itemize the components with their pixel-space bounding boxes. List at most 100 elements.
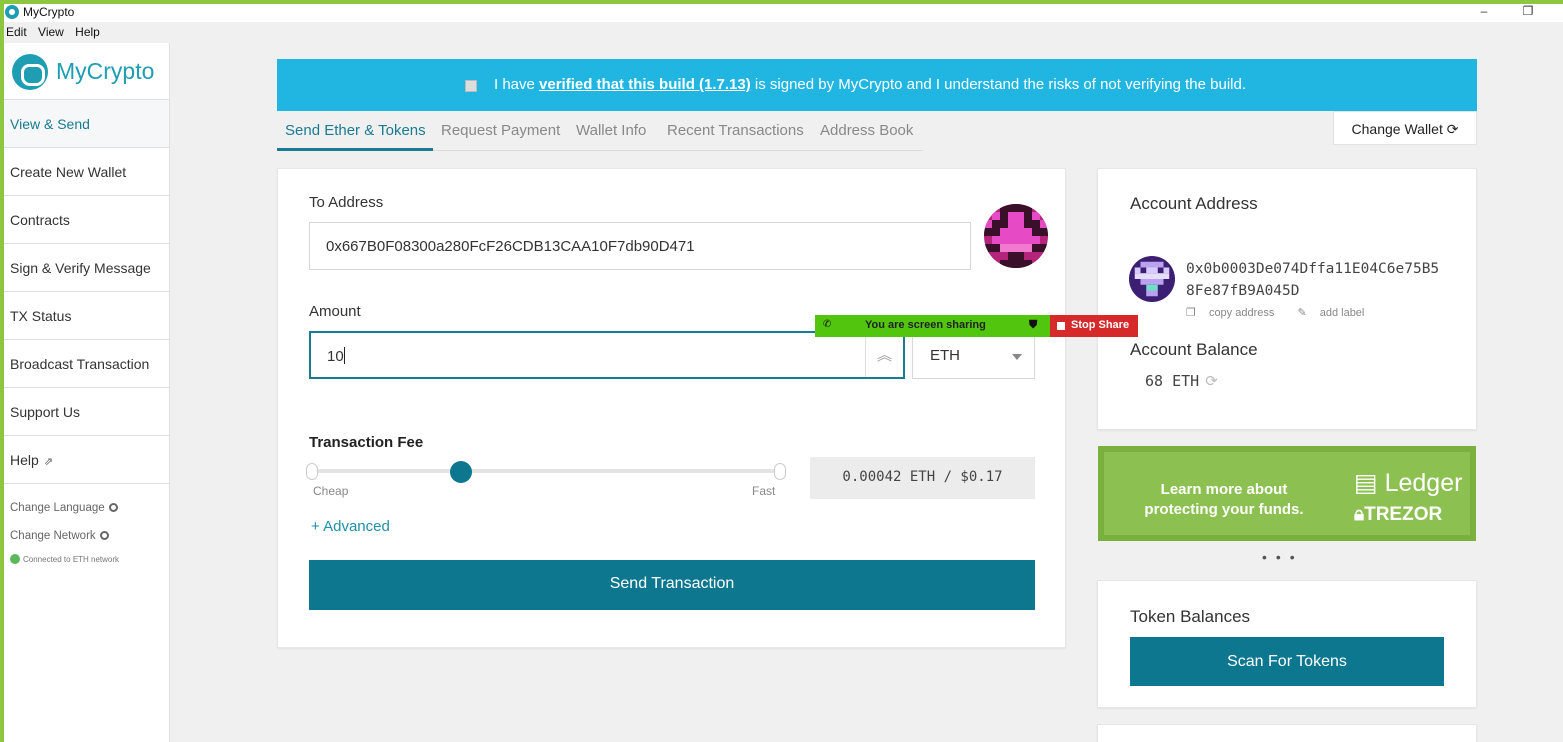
refresh-icon: ⟳ bbox=[1446, 121, 1459, 137]
stop-icon bbox=[1057, 322, 1065, 330]
add-label-label: add label bbox=[1319, 307, 1365, 319]
screen-share-status: ✆ You are screen sharing ⛊ bbox=[815, 315, 1050, 337]
change-wallet-button[interactable]: Change Wallet ⟳ bbox=[1333, 111, 1477, 145]
scan-for-tokens-button[interactable]: Scan For Tokens bbox=[1130, 637, 1444, 686]
text-caret bbox=[343, 347, 345, 364]
sidebar-item-support[interactable]: Support Us bbox=[4, 388, 169, 436]
tab-request-payment[interactable]: Request Payment bbox=[441, 122, 560, 139]
change-network-label: Change Network bbox=[10, 530, 96, 542]
change-language-label: Change Language bbox=[10, 502, 105, 514]
verify-build-banner: I have verified that this build (1.7.13)… bbox=[277, 59, 1477, 111]
sidebar-item-create-wallet[interactable]: Create New Wallet bbox=[4, 148, 169, 196]
account-links: ❐ copy address ✎ add label bbox=[1186, 306, 1384, 319]
advanced-toggle[interactable]: + Advanced bbox=[311, 518, 390, 535]
hardware-wallet-promo[interactable]: Learn more about protecting your funds. … bbox=[1098, 446, 1476, 541]
logo[interactable]: MyCrypto bbox=[4, 43, 169, 100]
chevron-circle-icon bbox=[99, 531, 109, 540]
tab-recent-transactions[interactable]: Recent Transactions bbox=[667, 122, 804, 139]
add-label-link[interactable]: ✎ add label bbox=[1297, 307, 1374, 319]
carousel-dots[interactable]: ••• bbox=[1262, 549, 1304, 565]
account-identicon-icon bbox=[1129, 256, 1175, 302]
copy-icon: ❐ bbox=[1186, 307, 1196, 319]
menu-help[interactable]: Help bbox=[73, 22, 106, 39]
token-balances-card: Token Balances Scan For Tokens bbox=[1097, 580, 1477, 708]
account-balance-title: Account Balance bbox=[1130, 340, 1258, 359]
copy-address-label: copy address bbox=[1208, 307, 1275, 319]
fee-cheap-label: Cheap bbox=[313, 484, 349, 498]
stop-share-button[interactable]: Stop Share bbox=[1050, 315, 1138, 337]
pencil-icon: ✎ bbox=[1297, 307, 1307, 319]
restore-button[interactable]: ❐ bbox=[1518, 4, 1538, 18]
ledger-logo: ▤ Ledger bbox=[1354, 468, 1462, 498]
menu-edit[interactable]: Edit bbox=[4, 22, 33, 39]
change-wallet-label: Change Wallet bbox=[1351, 121, 1443, 137]
tab-bar: Send Ether & Tokens Request Payment Wall… bbox=[277, 113, 923, 151]
to-address-input[interactable]: 0x667B0F08300a280FcF26CDB13CAA10F7db90D4… bbox=[309, 222, 971, 270]
tab-wallet-info[interactable]: Wallet Info bbox=[576, 122, 646, 139]
fee-slider-handle[interactable] bbox=[450, 461, 473, 483]
fee-slider-min-marker bbox=[306, 463, 318, 480]
promo-text: Learn more about protecting your funds. bbox=[1144, 481, 1304, 518]
next-card bbox=[1097, 724, 1477, 742]
sidebar-item-broadcast[interactable]: Broadcast Transaction bbox=[4, 340, 169, 388]
banner-text: I have verified that this build (1.7.13)… bbox=[494, 76, 1246, 93]
promo-inner: Learn more about protecting your funds. … bbox=[1104, 452, 1470, 535]
sidebar-item-help[interactable]: Help ⇗ bbox=[4, 436, 169, 484]
sidebar-item-help-label: Help bbox=[10, 452, 39, 468]
max-amount-icon[interactable]: ︽ bbox=[865, 333, 903, 377]
trezor-lock-icon: 🔒︎ bbox=[1354, 504, 1365, 525]
fee-value: 0.00042 ETH / $0.17 bbox=[810, 457, 1035, 499]
logo-text: MyCrypto bbox=[56, 58, 155, 84]
title-bar: MyCrypto – ❐ bbox=[4, 4, 1563, 22]
chevron-down-icon bbox=[1012, 354, 1022, 360]
minimize-button[interactable]: – bbox=[1474, 4, 1494, 18]
app-icon bbox=[5, 5, 19, 19]
stop-share-label: Stop Share bbox=[1071, 319, 1130, 331]
ledger-mark-icon: ▤ bbox=[1354, 469, 1378, 497]
copy-address-link[interactable]: ❐ copy address bbox=[1186, 307, 1284, 319]
network-status-text: Connected to ETH network bbox=[23, 555, 120, 564]
send-transaction-button[interactable]: Send Transaction bbox=[309, 560, 1035, 610]
tab-address-book[interactable]: Address Book bbox=[820, 122, 913, 139]
sidebar-item-contracts[interactable]: Contracts bbox=[4, 196, 169, 244]
tab-send-ether[interactable]: Send Ether & Tokens bbox=[285, 122, 426, 139]
window-title: MyCrypto bbox=[23, 5, 75, 19]
recipient-identicon-icon bbox=[984, 204, 1048, 268]
trezor-logo: 🔒︎TREZOR bbox=[1354, 504, 1442, 526]
account-balance-value: 68 ETH bbox=[1145, 372, 1200, 390]
menu-bar: Edit View Help bbox=[4, 22, 1563, 43]
amount-input[interactable]: 10 ︽ bbox=[309, 331, 905, 379]
mycrypto-logo-icon bbox=[12, 54, 48, 90]
token-balances-title: Token Balances bbox=[1130, 607, 1251, 626]
active-tab-indicator bbox=[277, 148, 433, 151]
fee-slider-track[interactable] bbox=[311, 469, 781, 473]
sidebar-item-view-send[interactable]: View & Send bbox=[4, 100, 169, 148]
sidebar: MyCrypto View & Send Create New Wallet C… bbox=[4, 43, 170, 742]
refresh-balance-icon[interactable]: ⟳ bbox=[1205, 372, 1218, 390]
phone-icon: ✆ bbox=[823, 319, 832, 330]
change-language-link[interactable]: Change Language bbox=[4, 494, 169, 522]
account-address-title: Account Address bbox=[1130, 194, 1258, 213]
chevron-circle-icon bbox=[108, 503, 118, 512]
to-address-label: To Address bbox=[309, 194, 384, 211]
banner-suffix: is signed by MyCrypto and I understand t… bbox=[750, 76, 1247, 93]
trezor-brand: TREZOR bbox=[1364, 504, 1443, 525]
change-network-link[interactable]: Change Network bbox=[4, 522, 169, 550]
send-form-card: To Address 0x667B0F08300a280FcF26CDB13CA… bbox=[277, 168, 1066, 648]
sidebar-item-tx-status[interactable]: TX Status bbox=[4, 292, 169, 340]
amount-value: 10 bbox=[327, 348, 344, 365]
shield-check-icon: ⛊ bbox=[1029, 319, 1038, 331]
banner-prefix: I have bbox=[494, 76, 540, 93]
verify-build-link[interactable]: verified that this build (1.7.13) bbox=[539, 76, 751, 93]
sidebar-item-sign-verify[interactable]: Sign & Verify Message bbox=[4, 244, 169, 292]
screen-share-bar: ✆ You are screen sharing ⛊ Stop Share bbox=[815, 315, 1138, 337]
amount-label: Amount bbox=[309, 303, 361, 320]
verify-checkbox[interactable] bbox=[465, 80, 477, 92]
ledger-brand: Ledger bbox=[1384, 469, 1463, 497]
transaction-fee-label: Transaction Fee bbox=[309, 434, 424, 451]
status-dot-icon bbox=[10, 554, 20, 564]
unit-select[interactable]: ETH bbox=[912, 331, 1035, 379]
fee-fast-label: Fast bbox=[752, 484, 776, 498]
network-status: Connected to ETH network bbox=[4, 554, 169, 564]
menu-view[interactable]: View bbox=[36, 22, 70, 39]
